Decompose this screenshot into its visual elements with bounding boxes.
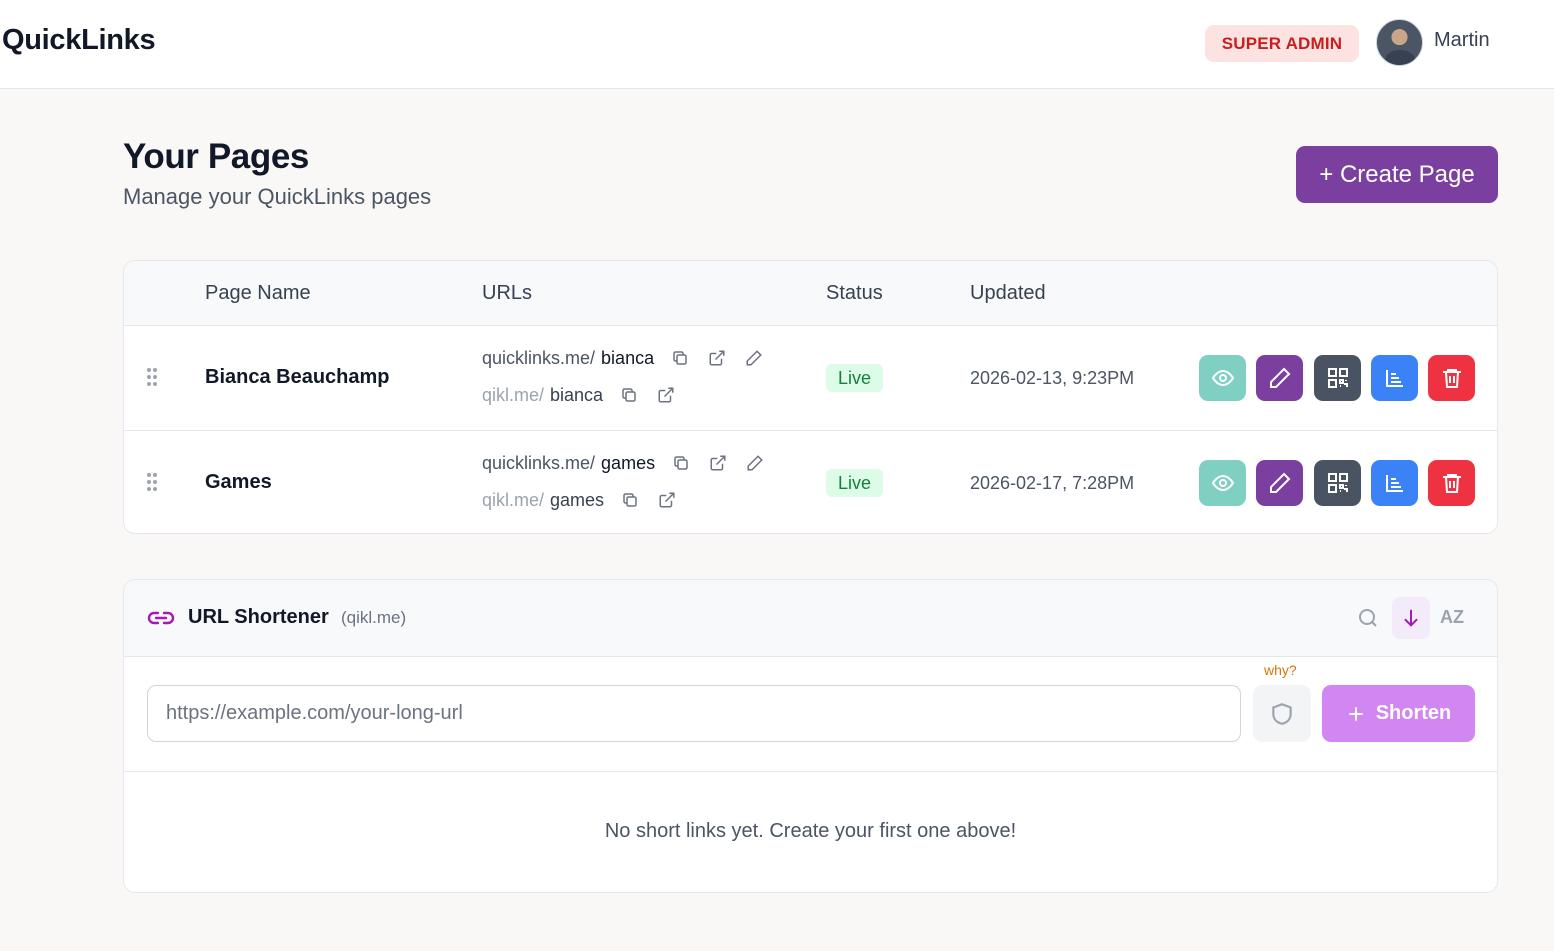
column-header-urls: URLs <box>482 282 533 304</box>
column-header-page-name: Page Name <box>205 282 311 304</box>
drag-handle-icon[interactable] <box>147 368 159 386</box>
user-avatar[interactable] <box>1376 19 1423 66</box>
url-prefix: qikl.me/ <box>482 490 545 510</box>
table-row: Games quicklinks.me/ games qikl.me/ game… <box>124 430 1497 533</box>
url-slug[interactable]: games <box>550 490 604 511</box>
url-prefix: quicklinks.me/ <box>482 348 596 368</box>
page-subtitle: Manage your QuickLinks pages <box>123 184 432 209</box>
search-icon[interactable] <box>1356 606 1380 630</box>
shorten-button[interactable]: Shorten <box>1322 685 1475 742</box>
brand-logo[interactable]: QuickLinks <box>2 24 156 57</box>
updated-timestamp: 2026-02-13, 9:23PM <box>970 368 1135 388</box>
why-link[interactable]: why? <box>1264 662 1297 678</box>
copy-icon[interactable] <box>671 349 691 369</box>
user-name[interactable]: Martin <box>1434 29 1490 52</box>
column-header-status: Status <box>826 282 883 304</box>
copy-icon[interactable] <box>672 454 692 474</box>
qr-code-button[interactable] <box>1314 460 1361 506</box>
empty-state-message: No short links yet. Create your first on… <box>604 820 1017 842</box>
external-link-icon[interactable] <box>709 454 729 474</box>
primary-url: quicklinks.me/ games <box>482 453 766 474</box>
shield-icon[interactable] <box>1253 685 1311 742</box>
page-name[interactable]: Games <box>205 471 272 494</box>
page-name[interactable]: Bianca Beauchamp <box>205 366 390 389</box>
super-admin-badge: SUPER ADMIN <box>1205 25 1359 62</box>
pages-table: Page Name URLs Status Updated Bianca Bea… <box>123 260 1498 534</box>
edit-page-button[interactable] <box>1256 355 1303 401</box>
divider <box>124 771 1497 772</box>
sort-alphabetical-button[interactable]: AZ <box>1440 607 1464 628</box>
link-icon <box>147 606 175 630</box>
drag-handle-icon[interactable] <box>147 473 159 491</box>
long-url-input[interactable] <box>147 685 1241 742</box>
view-page-button[interactable] <box>1199 460 1246 506</box>
edit-slug-icon[interactable] <box>746 454 766 474</box>
url-slug[interactable]: bianca <box>601 348 654 369</box>
status-badge: Live <box>826 469 883 497</box>
edit-slug-icon[interactable] <box>745 349 765 369</box>
url-slug[interactable]: games <box>601 453 655 474</box>
sort-direction-button[interactable] <box>1392 597 1430 639</box>
table-row: Bianca Beauchamp quicklinks.me/ bianca q… <box>124 326 1497 430</box>
shortener-header: URL Shortener (qikl.me) AZ <box>124 580 1497 657</box>
external-link-icon[interactable] <box>658 491 678 511</box>
shorten-button-label: Shorten <box>1375 702 1452 724</box>
stats-button[interactable] <box>1371 355 1418 401</box>
external-link-icon[interactable] <box>708 349 728 369</box>
url-prefix: quicklinks.me/ <box>482 453 596 473</box>
qr-code-button[interactable] <box>1314 355 1361 401</box>
copy-icon[interactable] <box>620 386 640 406</box>
view-page-button[interactable] <box>1199 355 1246 401</box>
external-link-icon[interactable] <box>657 386 677 406</box>
edit-page-button[interactable] <box>1256 460 1303 506</box>
short-url: qikl.me/ games <box>482 490 678 511</box>
shortener-title: URL Shortener <box>188 606 329 628</box>
delete-page-button[interactable] <box>1428 460 1475 506</box>
column-header-updated: Updated <box>970 282 1046 304</box>
url-prefix: qikl.me/ <box>482 385 545 405</box>
page-title: Your Pages <box>123 137 309 176</box>
url-slug[interactable]: bianca <box>550 385 603 406</box>
table-header: Page Name URLs Status Updated <box>124 261 1497 326</box>
stats-button[interactable] <box>1371 460 1418 506</box>
shortener-domain: (qikl.me) <box>341 608 407 627</box>
updated-timestamp: 2026-02-17, 7:28PM <box>970 473 1135 493</box>
plus-icon <box>1348 706 1363 721</box>
copy-icon[interactable] <box>621 491 641 511</box>
create-page-button[interactable]: + Create Page <box>1296 146 1498 203</box>
top-header: QuickLinks SUPER ADMIN Martin <box>0 0 1554 89</box>
short-url: qikl.me/ bianca <box>482 385 677 406</box>
primary-url: quicklinks.me/ bianca <box>482 348 765 369</box>
delete-page-button[interactable] <box>1428 355 1475 401</box>
status-badge: Live <box>826 364 883 392</box>
url-shortener-panel: URL Shortener (qikl.me) AZ why? Shorten … <box>123 579 1498 893</box>
